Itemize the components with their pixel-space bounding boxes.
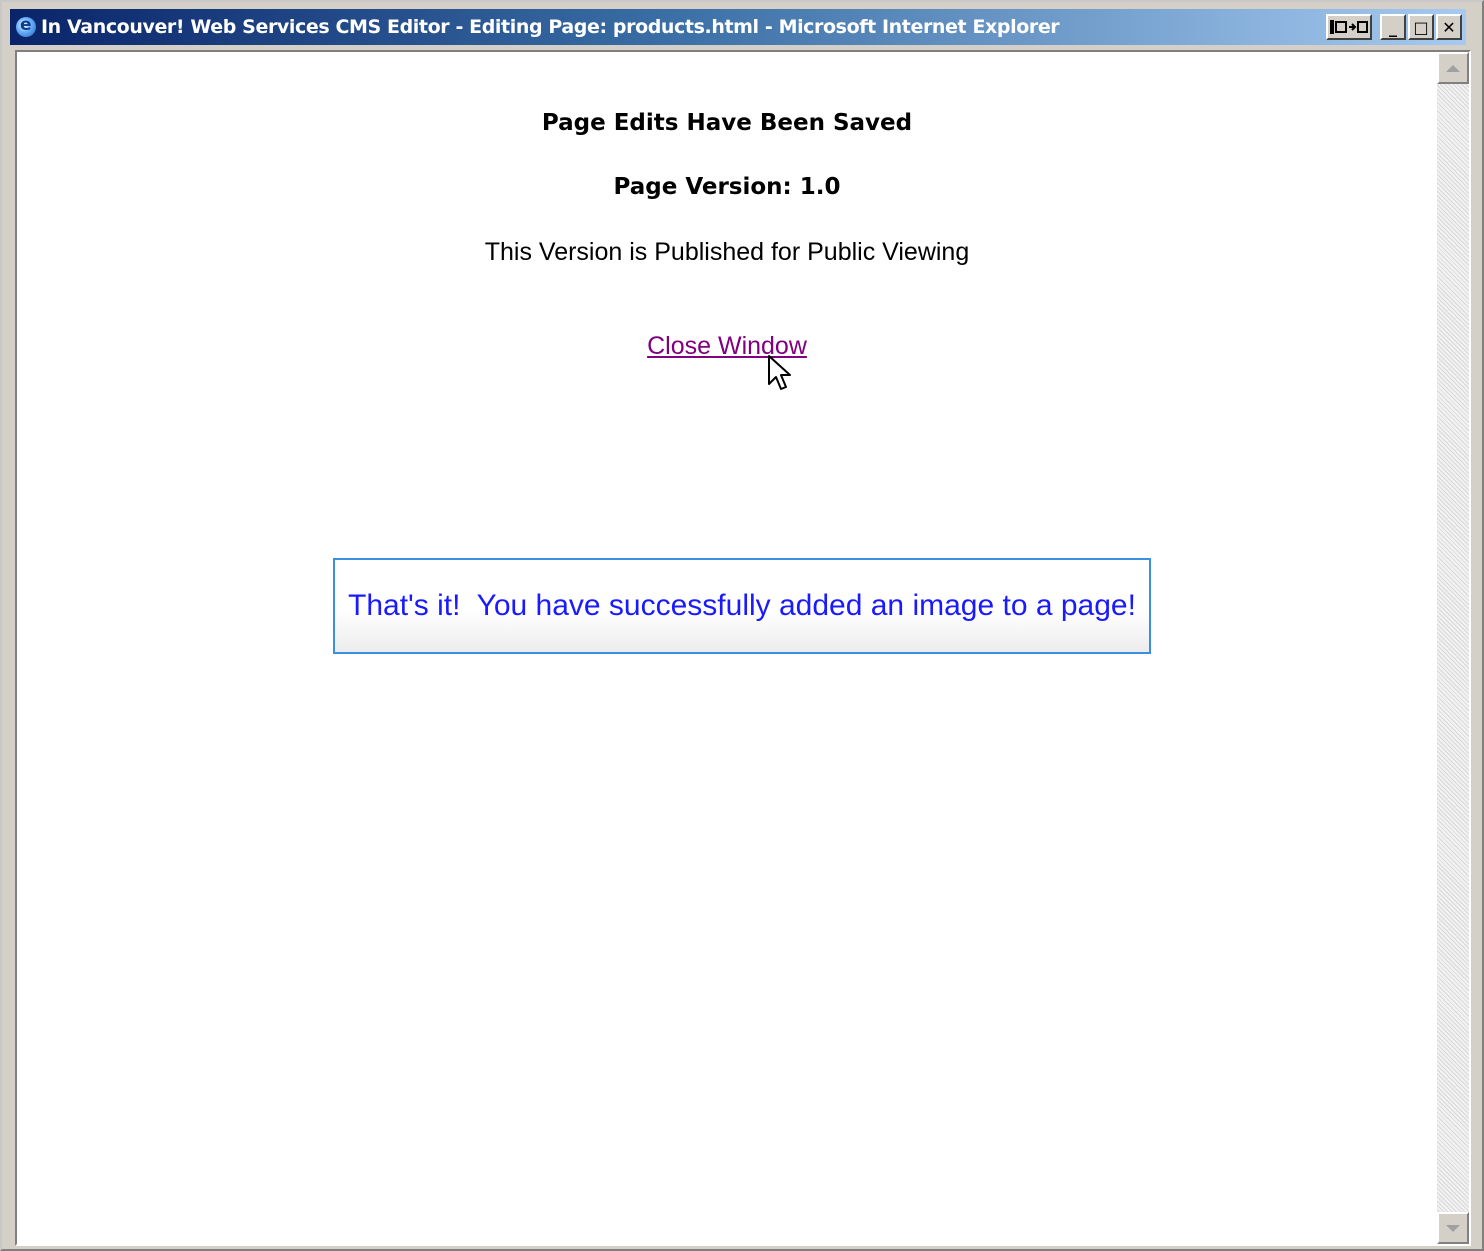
scroll-up-button[interactable] — [1437, 52, 1469, 84]
close-link-row: Close Window — [17, 332, 1437, 361]
minimize-icon: _ — [1389, 17, 1397, 37]
close-icon: ✕ — [1442, 17, 1456, 37]
publish-status: This Version is Published for Public Vie… — [484, 238, 970, 266]
title-bar[interactable]: In Vancouver! Web Services CMS Editor - … — [10, 9, 1466, 45]
close-button[interactable]: ✕ — [1436, 14, 1462, 40]
minimize-button[interactable]: _ — [1380, 14, 1406, 40]
page-saved-heading: Page Edits Have Been Saved — [541, 110, 913, 136]
success-callout: That's it! You have successfully added a… — [333, 558, 1151, 654]
arrow-up-icon — [1446, 64, 1460, 72]
internet-explorer-icon[interactable] — [16, 15, 36, 37]
page-viewport: Page Edits Have Been Saved Page Version:… — [15, 50, 1471, 1246]
maximize-button[interactable]: □ — [1408, 14, 1434, 40]
vertical-scrollbar[interactable] — [1437, 52, 1469, 1244]
arrow-down-icon — [1446, 1224, 1460, 1232]
title-buttons: _ □ ✕ — [1324, 14, 1462, 40]
toolbar-controls-icon — [1330, 20, 1368, 34]
maximize-icon: □ — [1413, 17, 1429, 37]
window-title: In Vancouver! Web Services CMS Editor - … — [41, 16, 1060, 38]
page-version: Page Version: 1.0 — [613, 174, 841, 200]
callout-text: That's it! You have successfully added a… — [348, 589, 1136, 622]
mouse-cursor-icon — [768, 355, 791, 390]
browser-window: In Vancouver! Web Services CMS Editor - … — [0, 0, 1484, 1251]
scroll-down-button[interactable] — [1437, 1212, 1469, 1244]
restore-toolbar-icon[interactable] — [1326, 14, 1372, 40]
page-content: Page Edits Have Been Saved Page Version:… — [17, 52, 1437, 1244]
